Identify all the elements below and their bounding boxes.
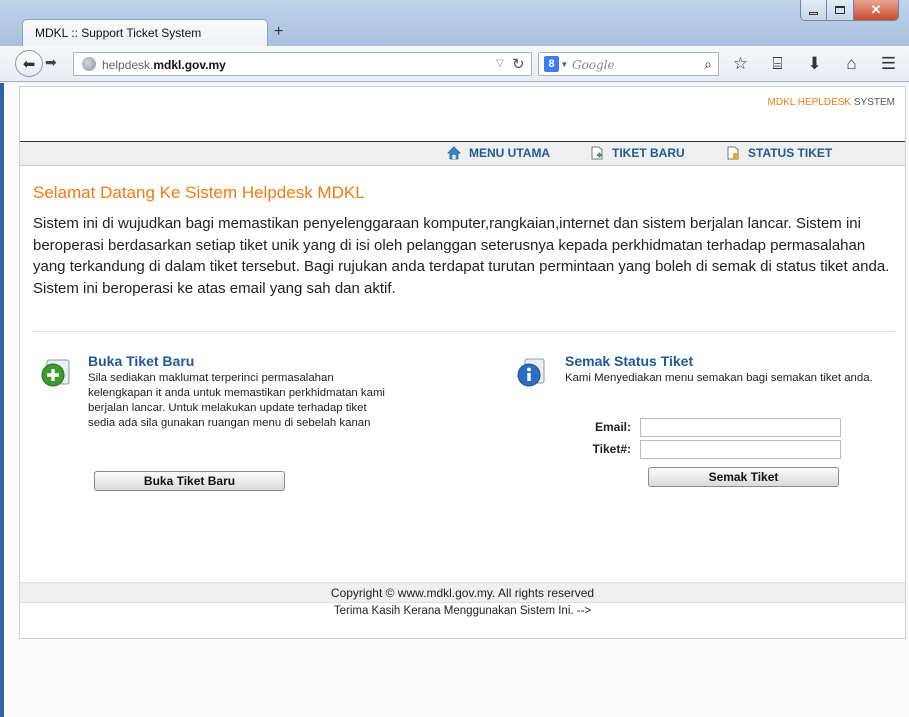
home-page-icon[interactable]: ⌂ <box>833 53 870 75</box>
minimize-button[interactable] <box>800 0 827 21</box>
forward-button[interactable]: ➡ <box>45 54 57 71</box>
left-window-edge <box>0 83 4 717</box>
search-icon[interactable]: ⌕ <box>704 56 712 73</box>
check-ticket-button[interactable]: Semak Tiket <box>648 467 839 487</box>
reload-icon[interactable]: ↻ <box>512 55 525 73</box>
document-status-icon <box>727 146 739 160</box>
document-add-icon <box>591 146 603 160</box>
search-bar[interactable]: 8 ▾ Google ⌕ <box>538 52 719 76</box>
bookmark-star-icon[interactable]: ☆ <box>722 53 759 75</box>
footer-thanks: Terima Kasih Kerana Menggunakan Sistem I… <box>333 605 592 617</box>
back-forward-group: ⬅ ➡ <box>15 50 75 77</box>
maximize-icon <box>835 6 845 14</box>
info-icon <box>517 358 545 387</box>
close-window-button[interactable]: ✕ <box>854 0 899 21</box>
email-field[interactable] <box>640 418 841 437</box>
window-controls: ✕ <box>800 0 899 21</box>
url-dropdown-icon[interactable]: ▽ <box>496 58 504 69</box>
footer-copyright: Copyright © www.mdkl.gov.my. All rights … <box>20 582 905 603</box>
nav-status-tiket[interactable]: STATUS TIKET <box>726 146 832 160</box>
back-button[interactable]: ⬅ <box>15 50 43 77</box>
ticket-number-field[interactable] <box>640 440 841 459</box>
arrow-left-icon: ⬅ <box>22 55 36 73</box>
url-text: helpdesk.mdkl.gov.my <box>102 58 226 72</box>
browser-titlebar: MDKL :: Support Ticket System + ✕ <box>0 0 909 46</box>
welcome-title: Selamat Datang Ke Sistem Helpdesk MDKL <box>33 183 365 202</box>
new-ticket-description: Sila sediakan maklumat terperinci permas… <box>88 372 385 429</box>
helpdesk-page: MDKL HEPLDESK SYSTEM MENU UTAMA TIKET BA… <box>19 86 906 639</box>
email-label: Email: <box>594 420 631 434</box>
content-divider <box>33 331 895 332</box>
address-bar[interactable]: helpdesk.mdkl.gov.my ▽ ↻ <box>73 52 532 76</box>
browser-tab[interactable]: MDKL :: Support Ticket System <box>22 19 268 46</box>
ticket-number-label: Tiket#: <box>592 442 631 456</box>
site-header: MDKL HEPLDESK SYSTEM <box>20 87 905 142</box>
main-nav: MENU UTAMA TIKET BARU STATUS TIKET <box>20 142 905 166</box>
bookmarks-list-icon[interactable]: ⌸ <box>759 53 796 75</box>
nav-status-tiket-label: STATUS TIKET <box>748 146 833 160</box>
minimize-icon <box>809 11 818 15</box>
open-new-ticket-button[interactable]: Buka Tiket Baru <box>94 471 285 491</box>
nav-tiket-baru[interactable]: TIKET BARU <box>590 146 685 160</box>
plus-circle-icon <box>41 359 70 387</box>
maximize-button[interactable] <box>827 0 854 21</box>
nav-menu-utama-label: MENU UTAMA <box>469 146 551 160</box>
site-brand: MDKL HEPLDESK SYSTEM <box>767 97 895 108</box>
nav-tiket-baru-label: TIKET BARU <box>612 146 685 160</box>
check-status-title: Semak Status Tiket <box>565 353 694 369</box>
page-viewport: MDKL HEPLDESK SYSTEM MENU UTAMA TIKET BA… <box>0 83 909 717</box>
search-placeholder: Google <box>572 58 615 72</box>
home-icon <box>447 146 461 160</box>
search-engine-icon[interactable]: 8 <box>544 56 559 72</box>
chevron-down-icon[interactable]: ▾ <box>562 59 567 70</box>
nav-menu-utama[interactable]: MENU UTAMA <box>447 146 550 160</box>
new-ticket-title: Buka Tiket Baru <box>88 353 195 369</box>
globe-icon <box>82 57 96 71</box>
close-icon: ✕ <box>870 2 882 17</box>
welcome-text: Sistem ini di wujudkan bagi memastikan p… <box>33 215 890 297</box>
download-icon[interactable]: ⬇ <box>796 53 833 75</box>
menu-icon[interactable]: ☰ <box>870 53 907 75</box>
new-tab-button[interactable]: + <box>274 24 283 40</box>
toolbar-icons: ☆ ⌸ ⬇ ⌂ ☰ <box>722 53 907 75</box>
tab-title: MDKL :: Support Ticket System <box>35 26 202 40</box>
arrow-right-icon: ➡ <box>45 54 57 70</box>
browser-toolbar: ⬅ ➡ helpdesk.mdkl.gov.my ▽ ↻ 8 ▾ Google … <box>0 46 909 82</box>
check-status-description: Kami Menyediakan menu semakan bagi semak… <box>565 372 873 384</box>
